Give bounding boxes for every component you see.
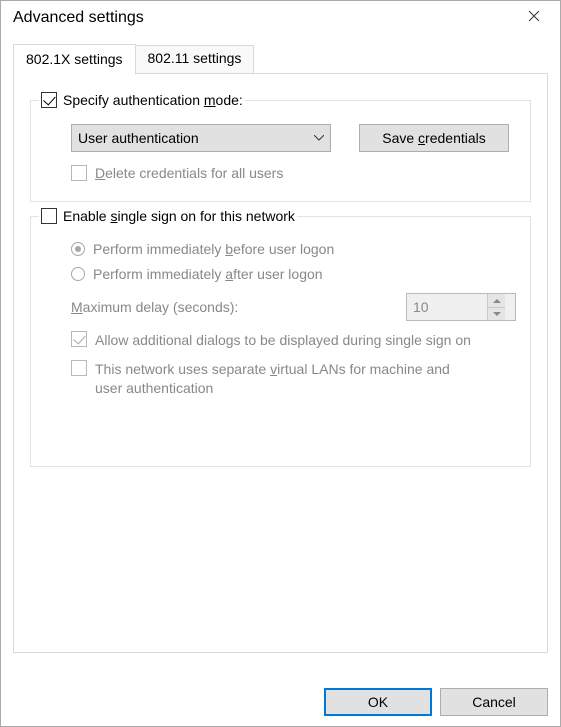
separate-vlan-label: This network uses separate virtual LANs … (95, 360, 475, 398)
tab-8021x[interactable]: 802.1X settings (13, 44, 136, 74)
cancel-button[interactable]: Cancel (440, 688, 548, 716)
save-credentials-button[interactable]: Save credentials (359, 124, 509, 152)
enable-sso-label: Enable single sign on for this network (63, 207, 295, 226)
group-sso: Enable single sign on for this network P… (30, 216, 531, 467)
specify-auth-mode-label: Specify authentication mode: (63, 91, 243, 110)
sso-before-logon-label: Perform immediately before user logon (93, 240, 334, 259)
max-delay-input (407, 294, 487, 320)
save-credentials-label: Save credentials (382, 130, 486, 146)
sso-after-logon-radio (71, 267, 85, 281)
delete-credentials-checkbox (71, 165, 87, 181)
tabs-strip: 802.1X settings 802.11 settings (13, 43, 548, 73)
auth-mode-selected: User authentication (78, 130, 314, 146)
allow-dialogs-label: Allow additional dialogs to be displayed… (95, 331, 471, 350)
spinner-up-icon (488, 294, 505, 307)
tab-80211[interactable]: 802.11 settings (135, 45, 255, 73)
max-delay-spinner (406, 293, 516, 321)
allow-dialogs-checkbox (71, 331, 87, 347)
chevron-down-icon (314, 135, 324, 141)
separate-vlan-checkbox (71, 360, 87, 376)
spinner-down-icon (488, 307, 505, 321)
ok-button[interactable]: OK (324, 688, 432, 716)
auth-mode-dropdown[interactable]: User authentication (71, 124, 331, 152)
window-title: Advanced settings (13, 9, 518, 27)
max-delay-label: Maximum delay (seconds): (71, 298, 398, 317)
close-button[interactable] (518, 10, 550, 26)
enable-sso-checkbox[interactable] (41, 208, 57, 224)
specify-auth-mode-checkbox[interactable] (41, 92, 57, 108)
sso-after-logon-label: Perform immediately after user logon (93, 265, 323, 284)
tab-panel-8021x: Specify authentication mode: User authen… (13, 73, 548, 653)
delete-credentials-label: Delete credentials for all users (95, 164, 283, 183)
sso-before-logon-radio (71, 242, 85, 256)
dialog-footer: OK Cancel (324, 688, 548, 716)
group-auth-mode: Specify authentication mode: User authen… (30, 100, 531, 202)
title-bar: Advanced settings (1, 1, 560, 35)
